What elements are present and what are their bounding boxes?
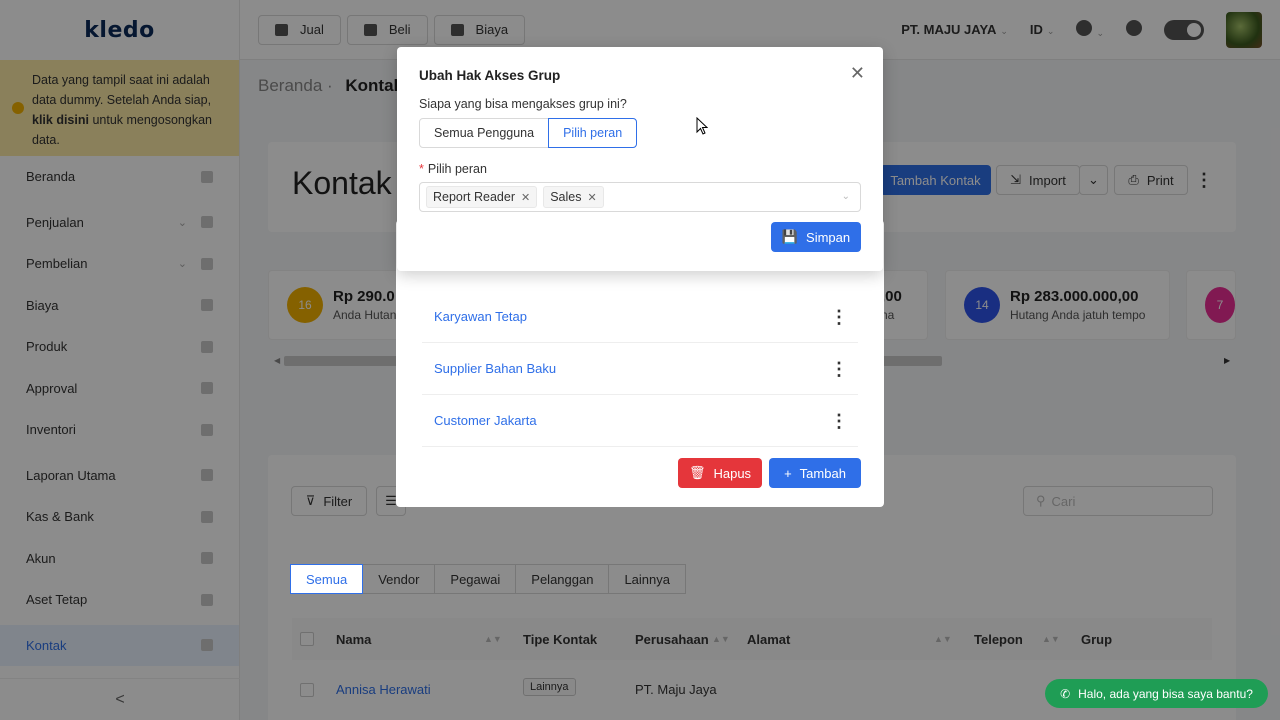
add-group-label: Tambah: [799, 465, 846, 481]
save-icon: 💾: [781, 229, 799, 244]
access-question: Siapa yang bisa mengakses grup ini?: [419, 97, 627, 111]
delete-label: Hapus: [713, 465, 752, 481]
role-chip-label: Report Reader: [433, 190, 515, 204]
list-item: Supplier Bahan Baku ⋮: [422, 343, 858, 395]
mouse-cursor-icon: [696, 117, 708, 135]
access-modal: Ubah Hak Akses Grup ✕ Siapa yang bisa me…: [397, 47, 883, 271]
add-group-button[interactable]: + Tambah: [769, 458, 861, 488]
role-label-text: Pilih peran: [427, 162, 487, 176]
chevron-down-icon: ⌄: [841, 191, 850, 202]
more-options-icon[interactable]: ⋮: [830, 360, 848, 378]
role-chip-label: Sales: [550, 190, 582, 204]
remove-chip-icon[interactable]: ✕: [588, 191, 597, 204]
delete-button[interactable]: 🗑 Hapus: [678, 458, 762, 488]
modal-title: Ubah Hak Akses Grup: [419, 68, 561, 83]
option-all-users[interactable]: Semua Pengguna: [419, 118, 550, 148]
list-item: Karyawan Tetap ⋮: [422, 291, 858, 343]
role-chip: Sales ✕: [543, 186, 604, 208]
group-link[interactable]: Supplier Bahan Baku: [434, 361, 556, 376]
required-marker: *: [419, 162, 424, 176]
group-link[interactable]: Customer Jakarta: [434, 413, 537, 428]
role-select[interactable]: Report Reader ✕ Sales ✕ ⌄: [419, 182, 861, 212]
close-icon[interactable]: ✕: [850, 63, 865, 84]
plus-icon: +: [784, 465, 792, 481]
group-link[interactable]: Karyawan Tetap: [434, 309, 527, 324]
more-options-icon[interactable]: ⋮: [830, 308, 848, 326]
tab-semua[interactable]: Semua: [290, 564, 364, 594]
list-item: Customer Jakarta ⋮: [422, 395, 858, 447]
chat-label: Halo, ada yang bisa saya bantu?: [1078, 686, 1253, 701]
save-button[interactable]: 💾 Simpan: [771, 222, 861, 252]
remove-chip-icon[interactable]: ✕: [521, 191, 530, 204]
role-chip: Report Reader ✕: [426, 186, 538, 208]
more-options-icon[interactable]: ⋮: [830, 412, 848, 430]
trash-icon: 🗑: [688, 465, 706, 480]
role-field-label: * Pilih peran: [419, 162, 487, 176]
save-label: Simpan: [806, 229, 851, 245]
option-select-role[interactable]: Pilih peran: [548, 118, 638, 148]
access-option-group: Semua Pengguna Pilih peran: [419, 118, 638, 148]
whatsapp-icon: ✆: [1060, 686, 1071, 701]
chat-widget-button[interactable]: ✆ Halo, ada yang bisa saya bantu?: [1045, 679, 1268, 708]
